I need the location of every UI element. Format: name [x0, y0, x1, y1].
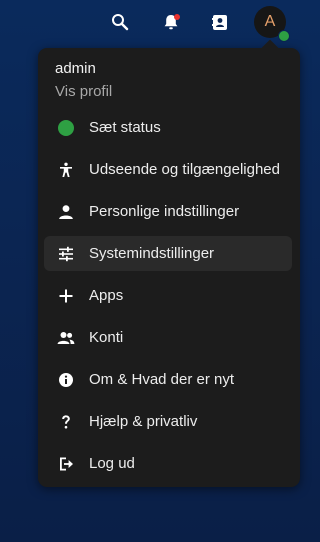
- contacts-icon[interactable]: [208, 10, 232, 34]
- menu-item-logout[interactable]: Log ud: [44, 446, 292, 481]
- menu-item-help-privacy[interactable]: Hjælp & privatliv: [44, 404, 292, 439]
- user-header[interactable]: admin Vis profil: [55, 58, 290, 103]
- top-bar: A: [0, 0, 306, 46]
- menu-item-label: Sæt status: [89, 118, 161, 136]
- menu-item-label: Personlige indstillinger: [89, 202, 240, 220]
- menu-item-system-settings[interactable]: Systemindstillinger: [44, 236, 292, 271]
- view-profile-link[interactable]: Vis profil: [55, 81, 290, 103]
- accounts-icon: [57, 329, 75, 347]
- status-dot-icon: [57, 119, 75, 137]
- menu-item-label: Apps: [89, 286, 124, 304]
- person-icon: [57, 203, 75, 221]
- menu-item-label: Hjælp & privatliv: [89, 412, 198, 430]
- logout-icon: [57, 455, 75, 473]
- user-menu: admin Vis profil Sæt status Udseende og …: [38, 48, 300, 487]
- avatar-status-indicator: [278, 30, 290, 42]
- notification-badge: [174, 14, 180, 20]
- question-icon: [57, 413, 75, 431]
- notifications-icon[interactable]: [159, 10, 183, 34]
- search-icon[interactable]: [108, 10, 132, 34]
- accessibility-icon: [57, 161, 75, 179]
- menu-item-label: Log ud: [89, 454, 135, 472]
- menu-item-about[interactable]: Om & Hvad der er nyt: [44, 362, 292, 397]
- plus-icon: [57, 287, 75, 305]
- menu-item-label: Om & Hvad der er nyt: [89, 370, 235, 388]
- menu-item-personal-settings[interactable]: Personlige indstillinger: [44, 194, 292, 229]
- avatar-letter: A: [264, 13, 276, 30]
- user-name: admin: [55, 60, 96, 77]
- menu-item-label: Konti: [89, 328, 124, 346]
- menu-item-accounts[interactable]: Konti: [44, 320, 292, 355]
- menu-item-appearance-accessibility[interactable]: Udseende og tilgængelighed: [44, 152, 292, 187]
- sliders-icon: [57, 245, 75, 263]
- menu-item-label: Udseende og tilgængelighed: [89, 160, 280, 178]
- info-icon: [57, 371, 75, 389]
- menu-item-set-status[interactable]: Sæt status: [44, 110, 292, 145]
- menu-item-apps[interactable]: Apps: [44, 278, 292, 313]
- menu-item-label: Systemindstillinger: [89, 244, 215, 262]
